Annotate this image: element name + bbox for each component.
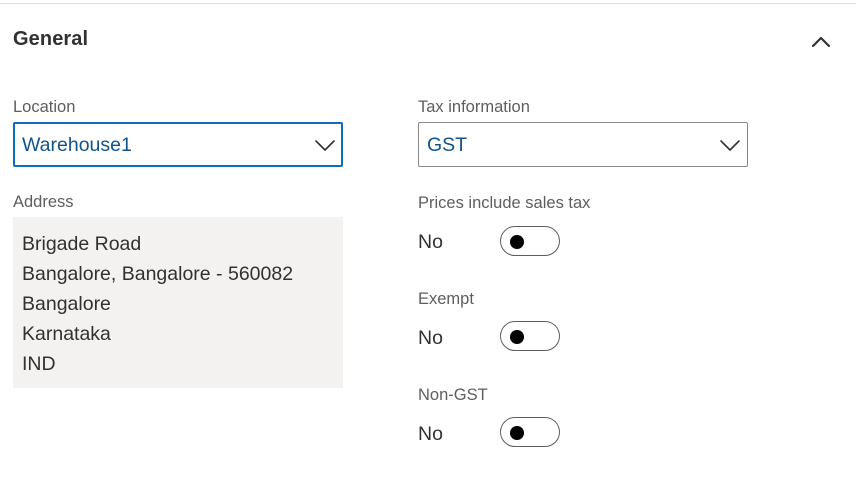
exempt-toggle[interactable] xyxy=(500,321,560,351)
toggle-knob xyxy=(510,426,524,440)
chevron-up-icon xyxy=(806,28,836,54)
collapse-section-button[interactable] xyxy=(806,28,836,54)
address-line: Bangalore, Bangalore - 560082 xyxy=(22,263,294,285)
address-line: Brigade Road xyxy=(22,233,142,255)
address-line: IND xyxy=(22,353,56,375)
location-select[interactable]: Warehouse1 xyxy=(13,122,343,167)
section-divider xyxy=(0,3,856,4)
address-field: Brigade Road Bangalore, Bangalore - 5600… xyxy=(13,217,343,388)
tax-information-label: Tax information xyxy=(418,98,530,116)
non-gst-value: No xyxy=(418,423,443,445)
address-label: Address xyxy=(13,193,74,211)
exempt-value: No xyxy=(418,327,443,349)
address-line: Bangalore xyxy=(22,293,111,315)
general-section: General Location Warehouse1 Address Brig… xyxy=(0,0,856,483)
location-label: Location xyxy=(13,98,76,116)
address-line: Karnataka xyxy=(22,323,111,345)
chevron-down-icon xyxy=(719,135,741,160)
toggle-knob xyxy=(510,330,524,344)
tax-information-value: GST xyxy=(427,134,468,156)
prices-include-sales-tax-value: No xyxy=(418,231,443,253)
section-title: General xyxy=(13,28,89,50)
exempt-label: Exempt xyxy=(418,290,474,308)
prices-include-sales-tax-label: Prices include sales tax xyxy=(418,194,591,212)
prices-include-sales-tax-toggle[interactable] xyxy=(500,226,560,256)
non-gst-label: Non-GST xyxy=(418,386,488,404)
toggle-knob xyxy=(510,235,524,249)
chevron-down-icon xyxy=(314,135,336,160)
location-value: Warehouse1 xyxy=(22,134,132,156)
tax-information-select[interactable]: GST xyxy=(418,122,748,167)
non-gst-toggle[interactable] xyxy=(500,417,560,447)
